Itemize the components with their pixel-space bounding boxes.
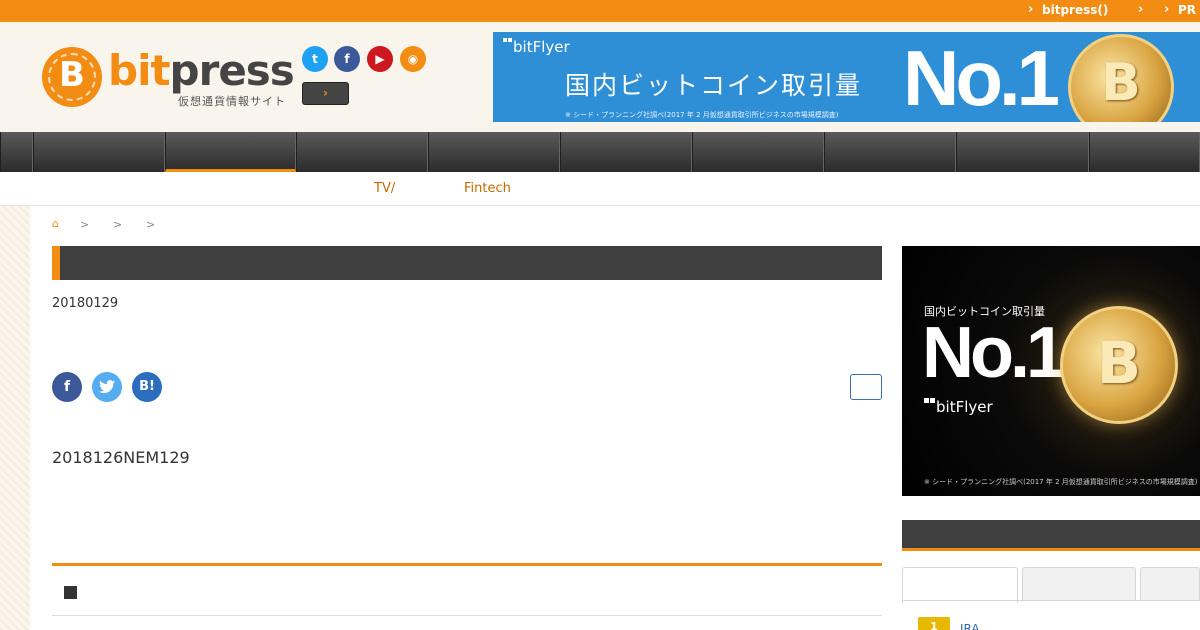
ranking-tab[interactable]: [902, 567, 1018, 603]
share-facebook-button[interactable]: f: [52, 372, 82, 402]
sidebar-ad[interactable]: 国内ビットコイン取引量 No.1 bitFlyer ※ シード・プランニング社調…: [902, 246, 1200, 496]
bitcoin-coin-icon: B: [1068, 34, 1174, 122]
breadcrumb-separator: >: [113, 218, 123, 231]
nav-item[interactable]: [0, 132, 33, 172]
sidebar-ad-brand: bitFlyer: [924, 398, 993, 416]
chevron-right-icon: ›: [1138, 2, 1144, 17]
nav-item[interactable]: [956, 132, 1089, 172]
article-date: 20180129: [52, 296, 119, 311]
logo-text-press: press: [169, 46, 295, 95]
chevron-right-icon: ›: [1028, 2, 1034, 17]
logo-coin-icon[interactable]: B: [42, 47, 102, 107]
article-body: 2018126NEM129: [52, 448, 190, 467]
sidebar-ad-brand-text: bitFlyer: [936, 398, 993, 416]
twitter-icon[interactable]: t: [302, 46, 328, 72]
sidebar-ad-no1: No.1: [922, 313, 1066, 393]
site-logo[interactable]: bitpress: [108, 46, 295, 95]
logo-coin-letter: B: [59, 55, 85, 95]
rss-icon[interactable]: ◉: [400, 46, 426, 72]
banner-headline: 国内ビットコイン取引量: [565, 71, 863, 100]
nav-item[interactable]: [296, 132, 428, 172]
header-arrow-button[interactable]: ›: [302, 82, 349, 105]
banner-brand-text: bitFlyer: [513, 38, 570, 56]
sub-nav: TV/ Fintech: [0, 172, 1200, 206]
share-twitter-button[interactable]: [92, 372, 122, 402]
ranking-tab[interactable]: [1022, 567, 1136, 601]
article-title-bar: [52, 246, 882, 280]
sidebar-ad-note: ※ シード・プランニング社調べ(2017 年 2 月仮想通貨取引所ビジネスの市場…: [924, 478, 1198, 486]
nav-item[interactable]: [428, 132, 560, 172]
breadcrumb-separator: >: [80, 218, 90, 231]
tab-divider: [902, 600, 1200, 601]
banner-brand: bitFlyer: [503, 38, 570, 56]
nav-item-active[interactable]: [165, 132, 296, 172]
banner-no1: No.1: [903, 34, 1060, 122]
subnav-link-tv[interactable]: TV/: [374, 181, 395, 196]
topbar-link-bitpress[interactable]: bitpress(): [1042, 3, 1108, 17]
banner-note: ※ シード・プランニング社調べ(2017 年 2 月仮想通貨取引所ビジネスの市場…: [565, 111, 839, 119]
header-banner-ad[interactable]: bitFlyer 国内ビットコイン取引量 ※ シード・プランニング社調べ(201…: [493, 32, 1200, 122]
page-stripe: [0, 206, 30, 630]
sidebar-heading: [902, 520, 1200, 551]
subnav-link-fintech[interactable]: Fintech: [464, 181, 511, 196]
nav-item[interactable]: [692, 132, 824, 172]
main-nav: [0, 132, 1200, 172]
nav-item[interactable]: [1089, 132, 1200, 172]
home-icon[interactable]: ⌂: [52, 218, 62, 229]
logo-tagline: 仮想通貨情報サイト: [178, 95, 286, 108]
top-bar: › bitpress() › › PR: [0, 0, 1200, 22]
rank-badge: 1: [918, 617, 950, 630]
section-heading: [52, 563, 882, 616]
bitcoin-coin-icon: B: [1060, 306, 1178, 424]
share-hatena-button[interactable]: B!: [132, 372, 162, 402]
youtube-icon[interactable]: ▶: [367, 46, 393, 72]
follow-button[interactable]: [850, 374, 882, 400]
topbar-link-pr[interactable]: PR: [1178, 3, 1196, 17]
chevron-right-icon: ›: [1164, 2, 1170, 17]
ranking-tab[interactable]: [1140, 567, 1200, 601]
ranking-item-link[interactable]: IRA: [960, 622, 980, 630]
logo-text-bit: bit: [108, 46, 171, 95]
square-bullet-icon: [64, 586, 77, 599]
nav-item[interactable]: [33, 132, 165, 172]
breadcrumb-separator: >: [146, 218, 156, 231]
nav-item[interactable]: [824, 132, 956, 172]
facebook-icon[interactable]: f: [334, 46, 360, 72]
nav-item[interactable]: [560, 132, 692, 172]
twitter-bird-icon: [99, 380, 115, 394]
